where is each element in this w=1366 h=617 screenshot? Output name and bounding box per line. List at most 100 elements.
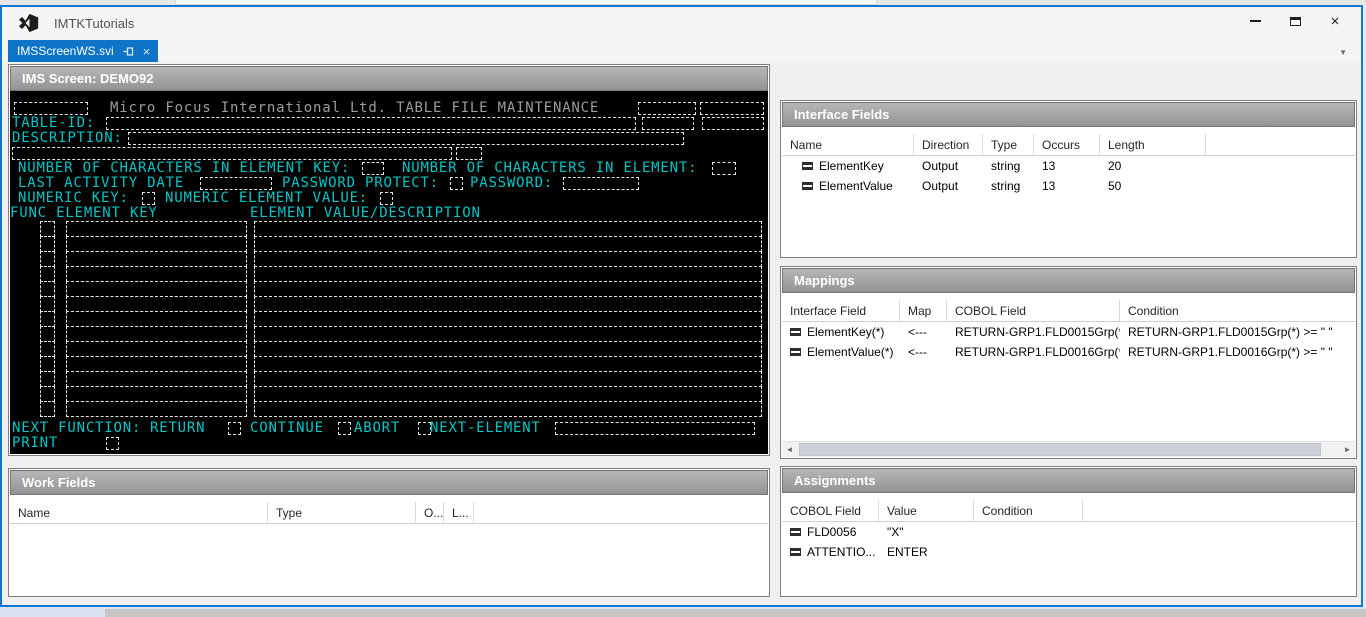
- terminal-field[interactable]: [700, 102, 764, 115]
- work-fields-column-headers: Name Type O... L...: [10, 502, 768, 524]
- scroll-right-icon[interactable]: ►: [1340, 442, 1355, 457]
- terminal-field[interactable]: [40, 251, 55, 267]
- terminal-field[interactable]: [40, 371, 55, 387]
- terminal-field[interactable]: [254, 401, 762, 417]
- column-header-value[interactable]: Value: [879, 500, 974, 521]
- terminal-field[interactable]: [254, 251, 762, 267]
- terminal-field[interactable]: [254, 371, 762, 387]
- tab-close-icon[interactable]: ×: [143, 45, 151, 58]
- terminal-field[interactable]: [254, 221, 762, 237]
- column-header-occurs[interactable]: O...: [416, 502, 444, 523]
- terminal-field[interactable]: [66, 296, 247, 312]
- tab-imsscreenws[interactable]: IMSScreenWS.svi ×: [8, 40, 158, 62]
- terminal-field[interactable]: [66, 386, 247, 402]
- terminal-field[interactable]: [66, 251, 247, 267]
- document-list-dropdown-icon[interactable]: ▼: [1339, 48, 1347, 57]
- terminal-field[interactable]: [66, 236, 247, 252]
- scroll-left-icon[interactable]: ◄: [782, 442, 797, 457]
- table-row[interactable]: ElementKey Output string 13 20: [782, 156, 1355, 176]
- terminal-field[interactable]: [254, 266, 762, 282]
- terminal-field[interactable]: [200, 177, 272, 190]
- terminal-grid-row: [10, 371, 768, 386]
- terminal-field[interactable]: [66, 311, 247, 327]
- terminal-field[interactable]: [40, 401, 55, 417]
- terminal-grid-row: [10, 281, 768, 296]
- terminal-field[interactable]: [254, 386, 762, 402]
- terminal-field[interactable]: [254, 296, 762, 312]
- column-header-cobol-field[interactable]: COBOL Field: [947, 300, 1120, 321]
- designer-content: IMS Screen: DEMO92 Micro Focus Internati…: [2, 62, 1361, 605]
- terminal-field[interactable]: [40, 236, 55, 252]
- table-row[interactable]: ATTENTIO... ENTER: [782, 542, 1355, 562]
- terminal-field[interactable]: [40, 326, 55, 342]
- terminal-field[interactable]: [40, 296, 55, 312]
- terminal-field[interactable]: [254, 311, 762, 327]
- terminal-field[interactable]: [40, 281, 55, 297]
- terminal-field[interactable]: [66, 341, 247, 357]
- terminal-field[interactable]: [712, 162, 736, 175]
- column-header-length[interactable]: Length: [1100, 134, 1206, 155]
- column-header-type[interactable]: Type: [983, 134, 1034, 155]
- terminal-field[interactable]: [228, 422, 241, 435]
- column-header-cobol-field[interactable]: COBOL Field: [782, 500, 879, 521]
- minimize-button[interactable]: [1243, 11, 1267, 31]
- terminal-field[interactable]: [254, 326, 762, 342]
- table-row[interactable]: FLD0056 "X": [782, 522, 1355, 542]
- pin-icon[interactable]: [123, 46, 134, 57]
- terminal-field[interactable]: [254, 341, 762, 357]
- terminal-field[interactable]: [106, 437, 119, 450]
- column-header-condition[interactable]: Condition: [974, 500, 1083, 521]
- close-button[interactable]: ×: [1323, 11, 1347, 31]
- terminal-field[interactable]: [40, 266, 55, 282]
- cell-occurs: 13: [1042, 159, 1055, 173]
- horizontal-scrollbar[interactable]: ◄ ►: [782, 441, 1355, 457]
- terminal-field[interactable]: [40, 221, 55, 237]
- terminal-field[interactable]: [66, 266, 247, 282]
- terminal-field[interactable]: [555, 422, 755, 435]
- column-header-length[interactable]: L...: [444, 502, 474, 523]
- column-header-direction[interactable]: Direction: [914, 134, 983, 155]
- terminal-field[interactable]: [12, 147, 452, 160]
- terminal-field[interactable]: [563, 177, 639, 190]
- terminal-field[interactable]: [40, 341, 55, 357]
- column-header-name[interactable]: Name: [782, 134, 914, 155]
- column-header-type[interactable]: Type: [268, 502, 416, 523]
- terminal-field[interactable]: [66, 281, 247, 297]
- terminal-field[interactable]: [450, 177, 463, 190]
- terminal-field[interactable]: [106, 117, 636, 130]
- table-row[interactable]: ElementValue Output string 13 50: [782, 176, 1355, 196]
- terminal-field[interactable]: [456, 147, 482, 160]
- column-header-condition[interactable]: Condition: [1120, 300, 1355, 321]
- assignments-rows: FLD0056 "X" ATTENTIO... ENTER: [782, 522, 1355, 562]
- terminal-field[interactable]: [66, 401, 247, 417]
- terminal-field[interactable]: [254, 236, 762, 252]
- terminal-field[interactable]: [254, 281, 762, 297]
- terminal-field[interactable]: [14, 102, 88, 115]
- terminal-field[interactable]: [66, 356, 247, 372]
- maximize-button[interactable]: [1283, 11, 1307, 31]
- terminal-field[interactable]: [362, 162, 384, 175]
- terminal-field[interactable]: [66, 326, 247, 342]
- assignments-panel: Assignments COBOL Field Value Condition …: [780, 466, 1357, 597]
- column-header-map[interactable]: Map: [900, 300, 947, 321]
- terminal-field[interactable]: [702, 117, 764, 130]
- terminal-field[interactable]: [254, 356, 762, 372]
- column-header-occurs[interactable]: Occurs: [1034, 134, 1100, 155]
- scrollbar-thumb[interactable]: [799, 443, 1321, 456]
- terminal-field[interactable]: [40, 356, 55, 372]
- column-header-name[interactable]: Name: [10, 502, 268, 523]
- table-row[interactable]: ElementValue(*) <--- RETURN-GRP1.FLD0016…: [782, 342, 1355, 362]
- terminal-field[interactable]: [66, 221, 247, 237]
- column-header-interface-field[interactable]: Interface Field: [782, 300, 900, 321]
- interface-fields-rows: ElementKey Output string 13 20 ElementVa…: [782, 156, 1355, 196]
- terminal-field[interactable]: [40, 311, 55, 327]
- terminal-field[interactable]: [638, 102, 696, 115]
- terminal-field[interactable]: [128, 132, 684, 145]
- terminal-field[interactable]: [642, 117, 694, 130]
- terminal-field[interactable]: [66, 371, 247, 387]
- terminal-field[interactable]: [142, 192, 155, 205]
- terminal-field[interactable]: [40, 386, 55, 402]
- terminal-field[interactable]: [338, 422, 351, 435]
- table-row[interactable]: ElementKey(*) <--- RETURN-GRP1.FLD0015Gr…: [782, 322, 1355, 342]
- terminal-field[interactable]: [380, 192, 393, 205]
